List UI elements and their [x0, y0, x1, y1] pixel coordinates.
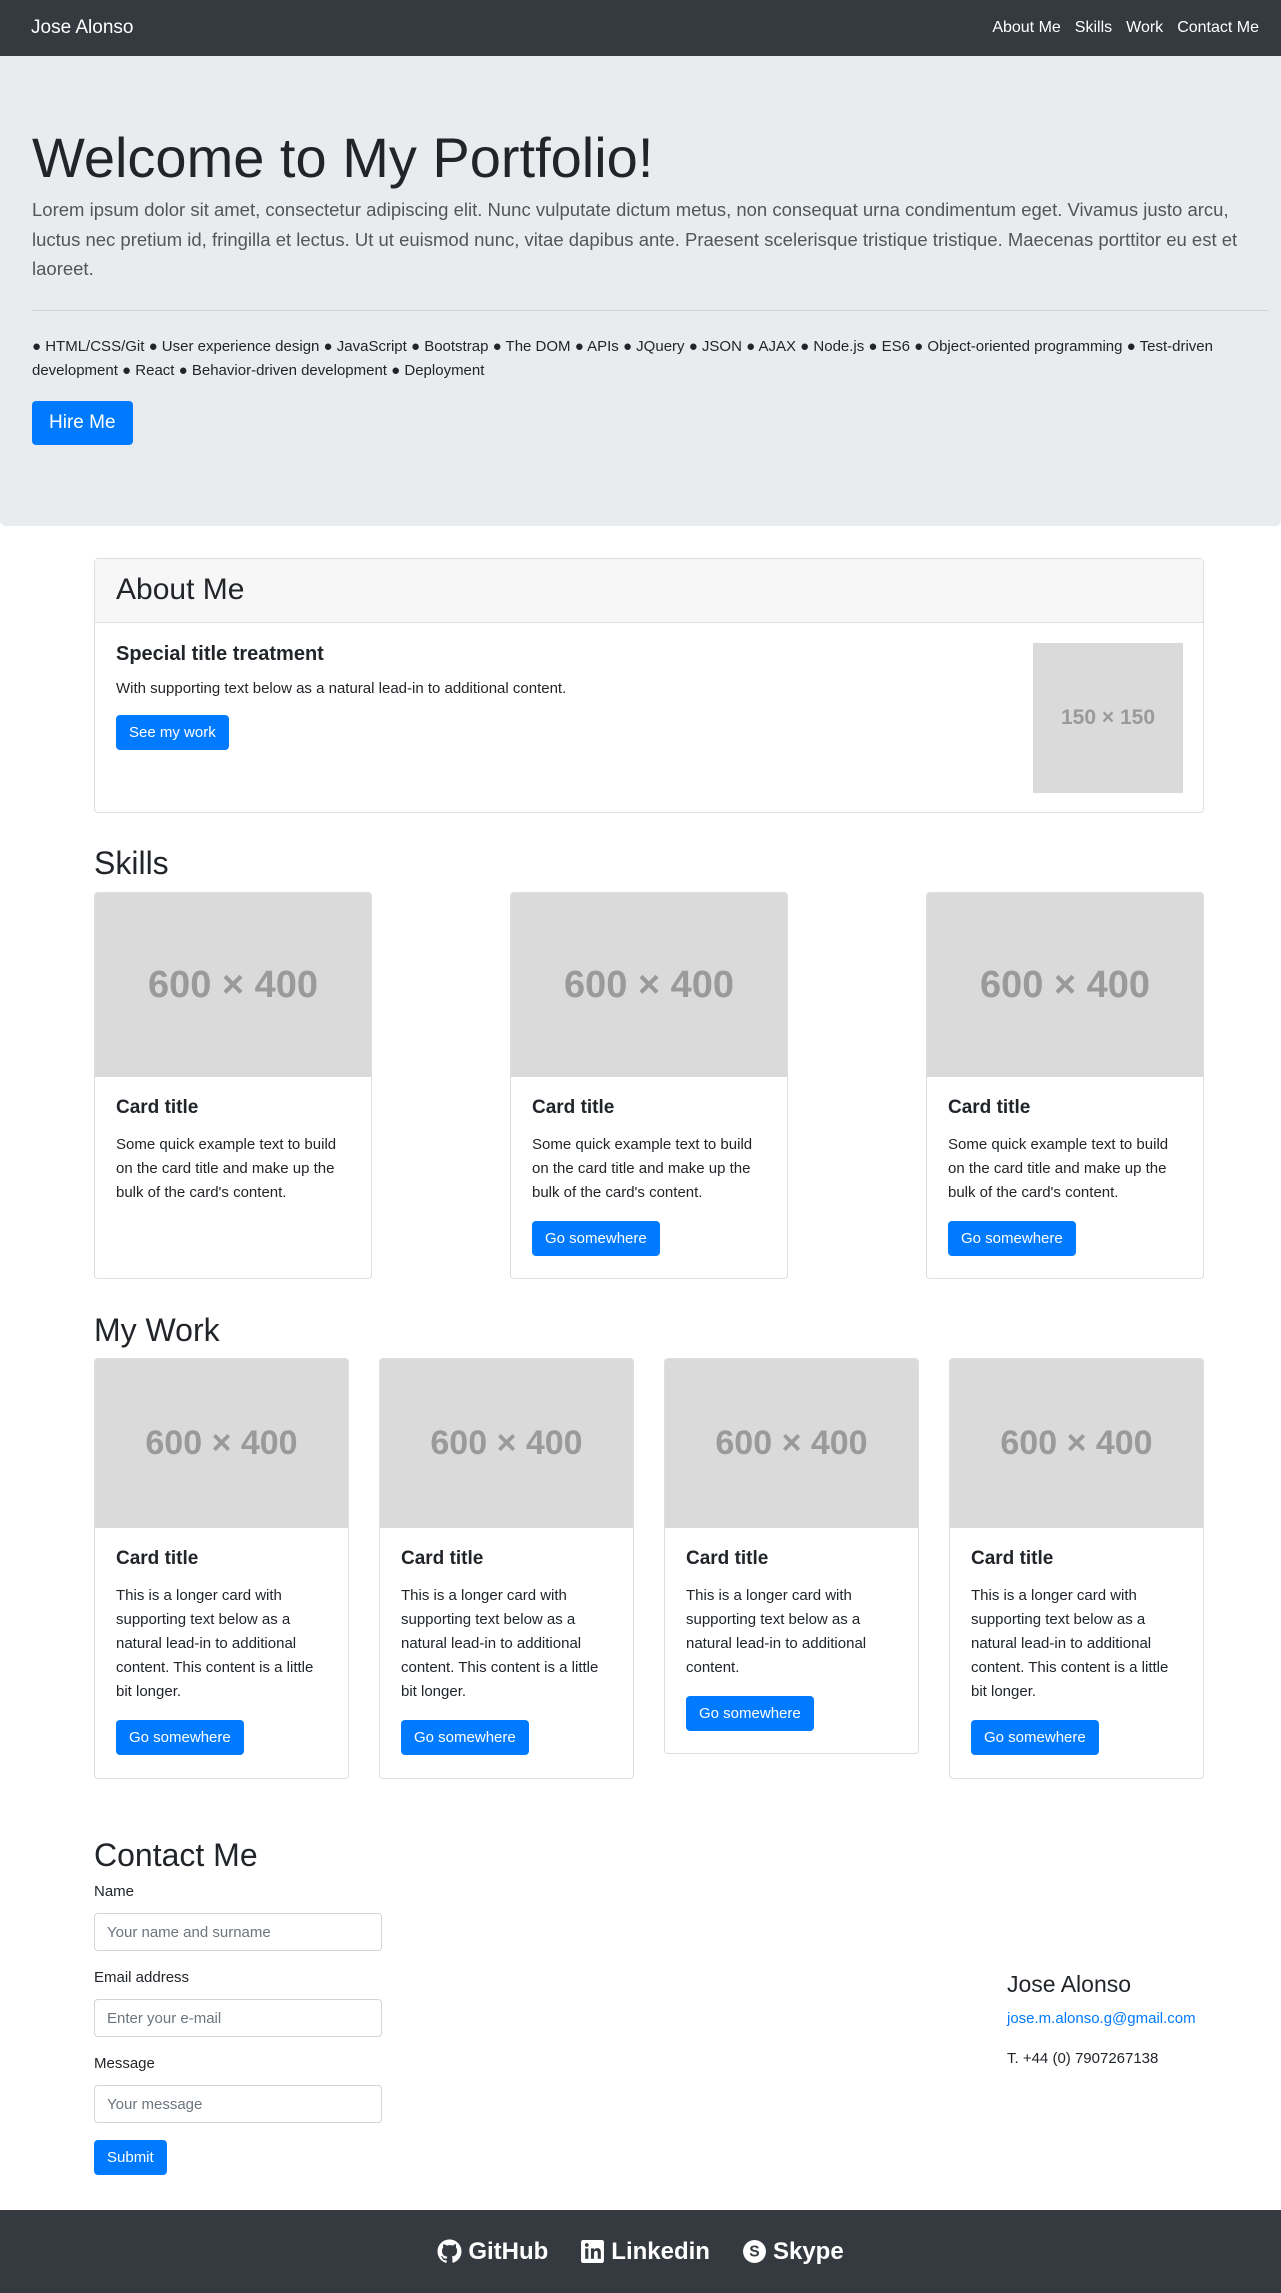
- footer-linkedin-link[interactable]: Linkedin: [580, 2238, 710, 2266]
- card-title: Card title: [532, 1097, 615, 1118]
- see-my-work-button[interactable]: See my work: [116, 715, 229, 750]
- card-body: Card title Some quick example text to bu…: [95, 1077, 371, 1225]
- card-body: Card title This is a longer card with su…: [665, 1528, 918, 1751]
- contact-email-link[interactable]: jose.m.alonso.g@gmail.com: [1007, 2010, 1196, 2027]
- work-card: 600 × 400 Card title This is a longer ca…: [94, 1358, 349, 1779]
- card-body: Card title This is a longer card with su…: [950, 1528, 1203, 1775]
- nav-link-contact[interactable]: Contact Me: [1177, 19, 1259, 37]
- nav-link-work[interactable]: Work: [1126, 19, 1163, 37]
- card-title: Card title: [686, 1548, 769, 1569]
- navbar-brand[interactable]: Jose Alonso: [31, 17, 133, 39]
- github-icon: [437, 2239, 462, 2263]
- card-title: Card title: [948, 1097, 1031, 1118]
- about-header: About Me: [95, 559, 1203, 623]
- card-text: This is a longer card with supporting te…: [401, 1587, 599, 1700]
- card-image-placeholder: 600 × 400: [511, 893, 787, 1077]
- card-body: Card title This is a longer card with su…: [380, 1528, 633, 1775]
- skills-list: ● HTML/CSS/Git ● User experience design …: [32, 337, 1213, 379]
- card-image-placeholder: 600 × 400: [95, 1359, 348, 1528]
- go-somewhere-button[interactable]: Go somewhere: [971, 1720, 1099, 1755]
- hire-me-button[interactable]: Hire Me: [32, 400, 133, 445]
- card-image-placeholder: 600 × 400: [665, 1359, 918, 1528]
- message-label: Message: [94, 2055, 155, 2072]
- card-text: This is a longer card with supporting te…: [116, 1587, 314, 1700]
- card-image-placeholder: 600 × 400: [380, 1359, 633, 1528]
- work-card: 600 × 400 Card title This is a longer ca…: [379, 1358, 634, 1779]
- skill-card: 600 × 400 Card title Some quick example …: [510, 892, 788, 1279]
- card-title: Card title: [116, 1097, 199, 1118]
- go-somewhere-button[interactable]: Go somewhere: [532, 1221, 660, 1256]
- about-title: Special title treatment: [116, 643, 324, 665]
- footer-github-link[interactable]: GitHub: [437, 2238, 548, 2266]
- contact-heading: Contact Me: [94, 1837, 258, 1873]
- about-text: With supporting text below as a natural …: [116, 680, 567, 697]
- card-text: This is a longer card with supporting te…: [971, 1587, 1169, 1700]
- skills-heading: Skills: [94, 845, 169, 881]
- footer: GitHub Linkedin S Skype: [0, 2210, 1281, 2293]
- submit-button[interactable]: Submit: [94, 2140, 167, 2175]
- jumbotron-lead: Lorem ipsum dolor sit amet, consectetur …: [32, 199, 1238, 280]
- card-title: Card title: [116, 1548, 199, 1569]
- go-somewhere-button[interactable]: Go somewhere: [116, 1720, 244, 1755]
- footer-skype-label: Skype: [772, 2237, 844, 2265]
- card-text: This is a longer card with supporting te…: [686, 1587, 867, 1676]
- card-text: Some quick example text to build on the …: [532, 1136, 753, 1201]
- jumbotron-title: Welcome to My Portfolio!: [32, 126, 654, 189]
- go-somewhere-button[interactable]: Go somewhere: [948, 1221, 1076, 1256]
- jumbotron: Welcome to My Portfolio! Lorem ipsum dol…: [0, 56, 1281, 526]
- card-image-placeholder: 600 × 400: [950, 1359, 1203, 1528]
- go-somewhere-button[interactable]: Go somewhere: [401, 1720, 529, 1755]
- card-title: Card title: [971, 1548, 1054, 1569]
- card-body: Card title Some quick example text to bu…: [511, 1077, 787, 1276]
- email-label: Email address: [94, 1969, 190, 1986]
- name-label: Name: [94, 1883, 135, 1900]
- about-card: About Me Special title treatment With su…: [94, 558, 1204, 813]
- message-input[interactable]: [94, 2085, 382, 2123]
- nav-links: About Me Skills Work Contact Me: [992, 19, 1259, 37]
- contact-person-name: Jose Alonso: [1007, 1971, 1132, 1997]
- navbar: Jose Alonso About Me Skills Work Contact…: [0, 0, 1281, 56]
- go-somewhere-button[interactable]: Go somewhere: [686, 1696, 814, 1731]
- about-image-placeholder: 150 × 150: [1033, 643, 1183, 793]
- card-image-placeholder: 600 × 400: [927, 893, 1203, 1077]
- work-heading: My Work: [94, 1312, 220, 1348]
- nav-link-about[interactable]: About Me: [992, 19, 1060, 37]
- footer-linkedin-label: Linkedin: [611, 2237, 710, 2265]
- footer-github-label: GitHub: [468, 2237, 549, 2265]
- skill-card: 600 × 400 Card title Some quick example …: [94, 892, 372, 1279]
- email-input[interactable]: [94, 1999, 382, 2037]
- svg-text:S: S: [749, 2244, 759, 2261]
- work-card: 600 × 400 Card title This is a longer ca…: [949, 1358, 1204, 1779]
- work-card: 600 × 400 Card title This is a longer ca…: [664, 1358, 919, 1754]
- card-body: Card title Some quick example text to bu…: [927, 1077, 1203, 1276]
- name-input[interactable]: [94, 1913, 382, 1951]
- about-body: Special title treatment With supporting …: [95, 623, 1203, 793]
- card-text: Some quick example text to build on the …: [948, 1136, 1169, 1201]
- skill-card: 600 × 400 Card title Some quick example …: [926, 892, 1204, 1279]
- linkedin-icon: [581, 2240, 605, 2263]
- card-body: Card title This is a longer card with su…: [95, 1528, 348, 1775]
- card-image-placeholder: 600 × 400: [95, 893, 371, 1077]
- nav-link-skills[interactable]: Skills: [1075, 19, 1112, 37]
- card-text: Some quick example text to build on the …: [116, 1136, 337, 1201]
- skype-icon: S: [743, 2240, 766, 2263]
- divider: [32, 309, 1268, 311]
- footer-skype-link[interactable]: S Skype: [742, 2238, 844, 2266]
- card-title: Card title: [401, 1548, 484, 1569]
- contact-phone: T. +44 (0) 7907267138: [1007, 2050, 1159, 2067]
